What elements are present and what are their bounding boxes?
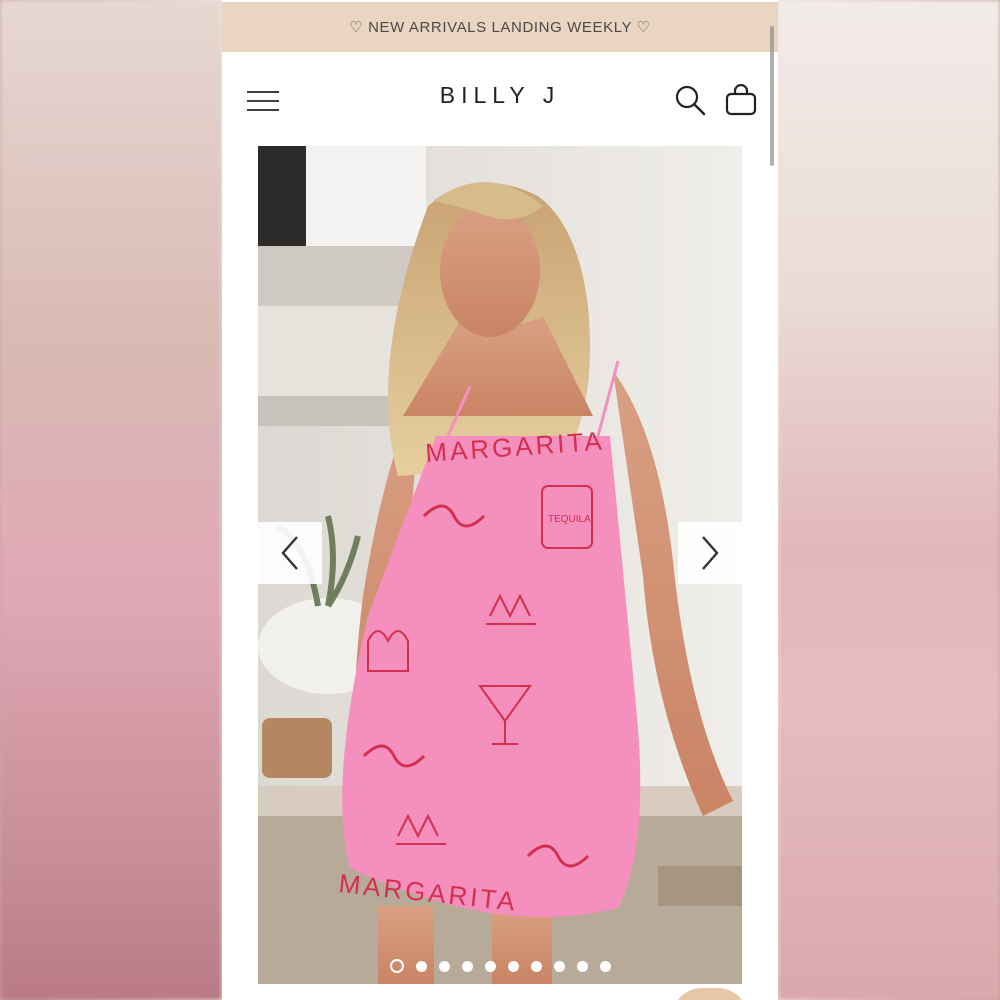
product-image-gallery[interactable]: MARGARITA MARGARITA TEQUILA (258, 146, 742, 984)
gallery-dot[interactable] (507, 960, 519, 972)
gallery-dot[interactable] (576, 960, 588, 972)
product-photo: MARGARITA MARGARITA TEQUILA (258, 146, 742, 984)
site-header: BILLY J (222, 52, 778, 146)
background-blur-right (778, 0, 1000, 1000)
print-word-tequila: TEQUILA (548, 514, 591, 525)
gallery-pagination (258, 954, 742, 978)
mobile-screen: ♡ NEW ARRIVALS LANDING WEEKLY ♡ BILLY J (222, 0, 778, 1000)
gallery-next-button[interactable] (678, 522, 742, 584)
gallery-dot[interactable] (389, 959, 404, 973)
chevron-right-icon (702, 536, 719, 570)
shopping-bag-icon[interactable] (724, 83, 758, 116)
gallery-dot[interactable] (553, 960, 565, 972)
gallery-prev-button[interactable] (258, 522, 322, 584)
announcement-text: ♡ NEW ARRIVALS LANDING WEEKLY ♡ (349, 19, 651, 36)
announcement-bar[interactable]: ♡ NEW ARRIVALS LANDING WEEKLY ♡ (222, 2, 778, 52)
gallery-dot[interactable] (415, 960, 427, 972)
gallery-dot[interactable] (461, 960, 473, 972)
gallery-dot[interactable] (530, 960, 542, 972)
chevron-left-icon (281, 536, 298, 570)
background-blur-left (0, 0, 222, 1000)
page-scrollbar[interactable] (770, 26, 774, 166)
gallery-dot[interactable] (599, 960, 611, 972)
chat-widget-button[interactable] (672, 988, 748, 1000)
gallery-dot[interactable] (438, 960, 450, 972)
gallery-dot[interactable] (484, 960, 496, 972)
search-icon[interactable] (674, 84, 706, 116)
